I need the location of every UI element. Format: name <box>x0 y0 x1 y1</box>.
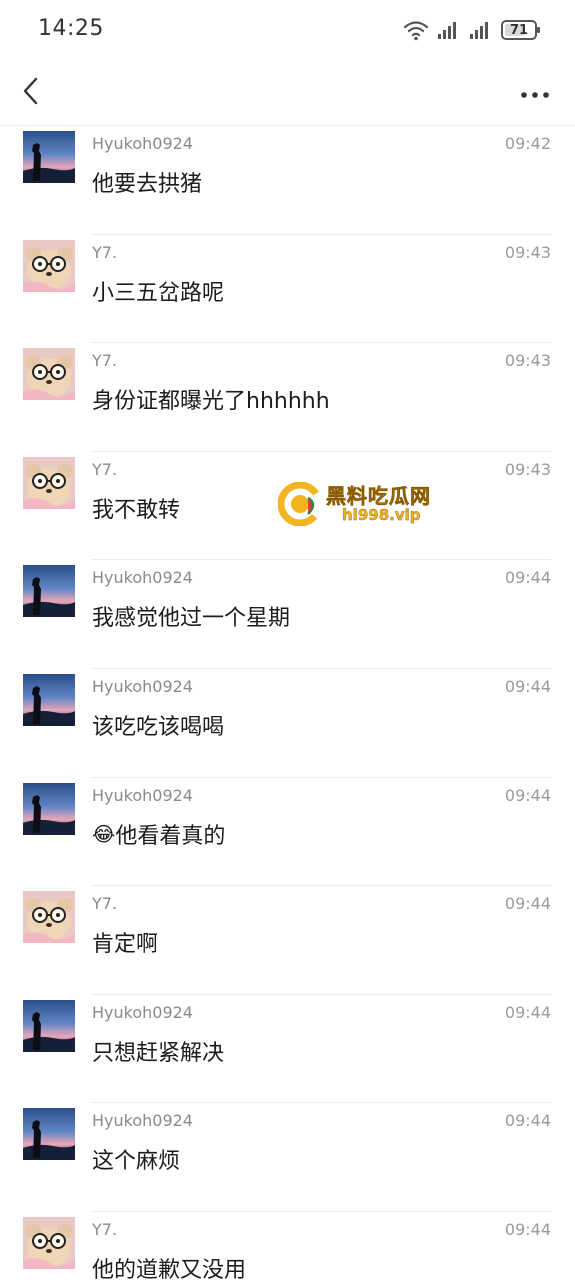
message-time: 09:44 <box>504 1111 551 1131</box>
message-text: 小三五岔路呢 <box>92 275 224 307</box>
message-time: 09:44 <box>504 1002 551 1022</box>
message-time: 09:43 <box>504 459 551 479</box>
message-time: 09:44 <box>504 676 551 696</box>
avatar[interactable] <box>23 348 75 401</box>
message-row[interactable]: Hyukoh0924 09:42 他要去拱猪 <box>0 126 575 235</box>
sender-name: Hyukoh0924 <box>92 1002 193 1022</box>
sender-name: Hyukoh0924 <box>92 785 193 805</box>
message-text: 😂 他看着真的 <box>92 818 225 850</box>
sender-name: Y7. <box>92 351 118 371</box>
message-body: 他的道歉又没用 <box>92 1257 247 1280</box>
avatar[interactable] <box>23 999 75 1052</box>
avatar[interactable] <box>23 1216 75 1269</box>
avatar[interactable] <box>23 673 75 726</box>
message-time: 09:42 <box>504 134 551 153</box>
status-icons: 71 <box>403 18 540 42</box>
message-body: 小三五岔路呢 <box>92 280 225 306</box>
message-body: 他看着真的 <box>115 823 226 849</box>
battery-icon: 71 <box>501 20 540 40</box>
message-body: 他要去拱猪 <box>92 172 203 197</box>
more-horizontal-icon <box>520 84 550 103</box>
avatar[interactable] <box>23 891 75 944</box>
message-row[interactable]: Hyukoh0924 09:44 只想赶紧解决 <box>0 995 575 1104</box>
message-row[interactable]: Hyukoh0924 09:44 我感觉他过一个星期 <box>0 560 575 669</box>
message-time: 09:44 <box>504 568 551 588</box>
avatar[interactable] <box>23 239 75 292</box>
message-row[interactable]: Y7. 09:43 身份证都曝光了hhhhhh <box>0 343 575 452</box>
message-body: 我感觉他过一个星期 <box>92 606 291 632</box>
message-body: 该吃吃该喝喝 <box>92 714 225 740</box>
sender-name: Y7. <box>92 459 118 479</box>
sender-name: Hyukoh0924 <box>92 1111 193 1131</box>
message-row[interactable]: Hyukoh0924 09:44 😂 他看着真的 <box>0 778 575 887</box>
sender-name: Y7. <box>92 242 118 262</box>
status-time: 14:25 <box>38 16 104 41</box>
message-list: Hyukoh0924 09:42 他要去拱猪 Y7. 09:43 小三五岔路呢 Y7. 0… <box>0 126 575 1280</box>
cell-signal-icon <box>437 20 461 40</box>
message-time: 09:44 <box>504 785 551 805</box>
message-body: 我不敢转 <box>92 497 181 523</box>
message-text: 身份证都曝光了hhhhhh <box>92 383 330 415</box>
message-time: 09:43 <box>504 351 551 371</box>
message-text: 我不敢转 <box>92 492 180 524</box>
message-row[interactable]: Hyukoh0924 09:44 这个麻烦 <box>0 1103 575 1212</box>
message-body: 这个麻烦 <box>92 1149 181 1175</box>
message-body: 只想赶紧解决 <box>92 1040 225 1066</box>
status-bar: 14:25 71 <box>0 0 575 60</box>
watermark: 黑料吃瓜网 hl998.vip <box>277 478 448 528</box>
back-button[interactable] <box>14 74 46 112</box>
message-text: 只想赶紧解决 <box>92 1035 224 1067</box>
message-row[interactable]: Y7. 09:44 他的道歉又没用 <box>0 1212 575 1280</box>
sender-name: Hyukoh0924 <box>92 134 193 153</box>
avatar[interactable] <box>23 565 75 618</box>
avatar[interactable] <box>23 782 75 835</box>
message-text: 肯定啊 <box>92 926 158 958</box>
battery-level: 71 <box>509 22 529 38</box>
message-text: 他的道歉又没用 <box>92 1252 246 1280</box>
message-text: 该吃吃该喝喝 <box>92 709 224 741</box>
message-time: 09:44 <box>504 894 551 914</box>
watermark-logo-icon <box>277 481 323 527</box>
sender-name: Hyukoh0924 <box>92 676 193 696</box>
laughing-tears-emoji-icon: 😂 <box>92 821 116 846</box>
sender-name: Y7. <box>92 1219 118 1239</box>
message-time: 09:44 <box>504 1219 551 1239</box>
message-row[interactable]: Y7. 09:43 小三五岔路呢 <box>0 235 575 344</box>
message-time: 09:43 <box>504 242 551 262</box>
message-text: 我感觉他过一个星期 <box>92 600 290 632</box>
more-button[interactable] <box>515 78 555 108</box>
watermark-title: 黑料吃瓜网 <box>326 484 431 509</box>
message-body: 肯定啊 <box>92 932 159 958</box>
avatar[interactable] <box>23 1108 75 1161</box>
message-row[interactable]: Y7. 09:44 肯定啊 <box>0 886 575 995</box>
message-text: 他要去拱猪 <box>92 166 202 198</box>
chevron-left-icon <box>21 76 39 110</box>
cell-signal-icon <box>469 20 493 40</box>
nav-bar <box>0 60 575 126</box>
watermark-url: hl998.vip <box>342 506 421 524</box>
wifi-icon <box>403 19 429 41</box>
avatar[interactable] <box>23 456 75 509</box>
sender-name: Y7. <box>92 894 118 914</box>
sender-name: Hyukoh0924 <box>92 568 193 588</box>
message-row[interactable]: Hyukoh0924 09:44 该吃吃该喝喝 <box>0 669 575 778</box>
avatar[interactable] <box>23 131 75 183</box>
message-body: 身份证都曝光了hhhhhh <box>92 389 330 415</box>
message-text: 这个麻烦 <box>92 1143 180 1175</box>
